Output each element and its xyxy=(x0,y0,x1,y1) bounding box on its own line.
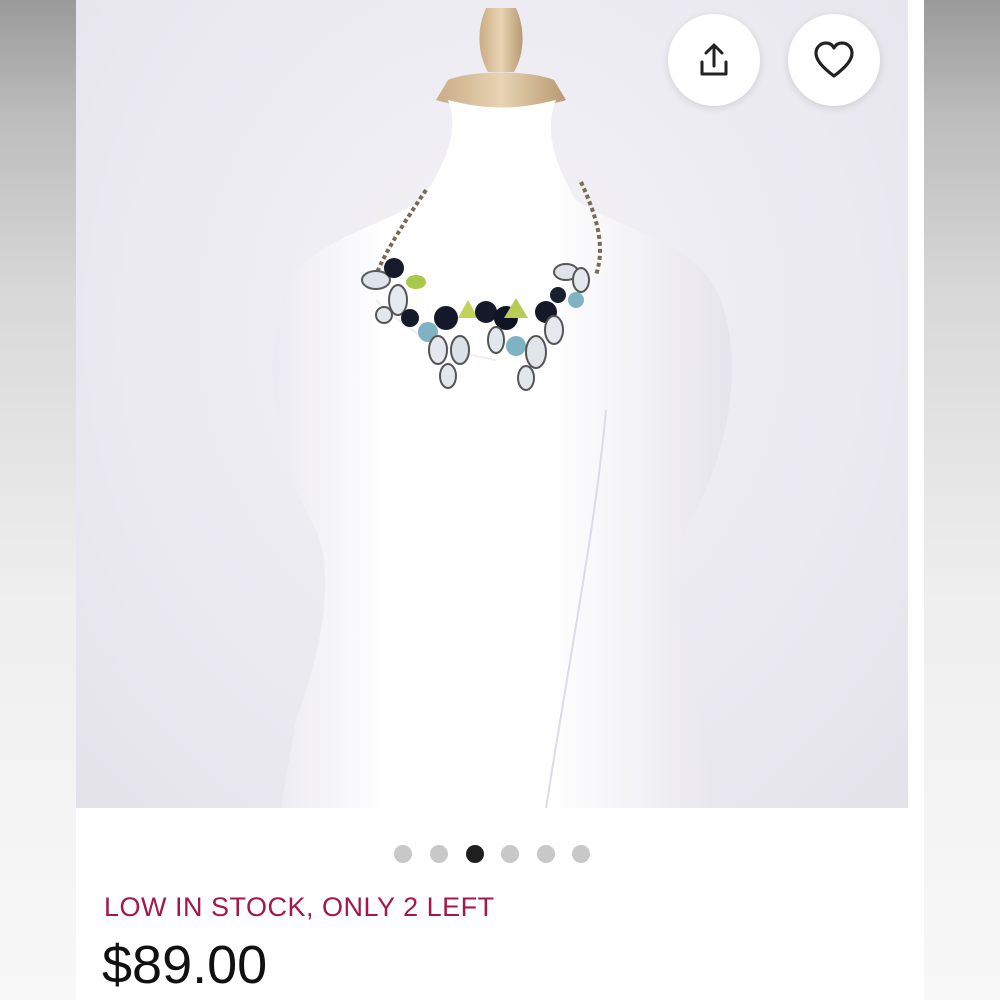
right-backdrop xyxy=(924,0,1000,1000)
product-content: LOW IN STOCK, ONLY 2 LEFT $89.00 xyxy=(76,0,924,1000)
product-page: LOW IN STOCK, ONLY 2 LEFT $89.00 xyxy=(0,0,1000,1000)
like-button[interactable] xyxy=(788,14,880,106)
carousel-dot[interactable] xyxy=(394,845,412,863)
carousel-dot[interactable] xyxy=(430,845,448,863)
carousel-dot[interactable] xyxy=(572,845,590,863)
necklace-on-mannequin-image xyxy=(272,8,732,808)
stock-status: LOW IN STOCK, ONLY 2 LEFT xyxy=(104,892,495,922)
heart-icon xyxy=(814,41,854,78)
product-photo[interactable] xyxy=(76,0,908,808)
carousel-dot-active[interactable] xyxy=(466,845,484,863)
share-button[interactable] xyxy=(668,14,760,106)
carousel-dot[interactable] xyxy=(501,845,519,863)
left-backdrop xyxy=(0,0,76,1000)
carousel-dot[interactable] xyxy=(537,845,555,863)
product-price: $89.00 xyxy=(102,935,268,995)
carousel-indicator xyxy=(76,845,924,863)
share-icon xyxy=(700,43,728,76)
